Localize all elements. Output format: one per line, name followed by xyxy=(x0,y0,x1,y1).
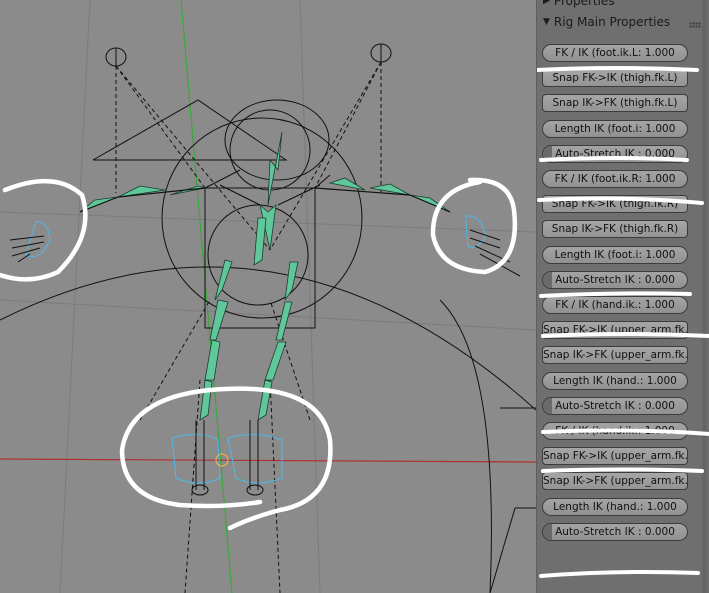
control-label: FK / IK (hand.ik.: 1.000 xyxy=(555,425,675,437)
properties-header-label: Properties xyxy=(553,0,615,8)
control-label: FK / IK (hand.ik.: 1.000 xyxy=(555,299,675,311)
armature-bones xyxy=(79,131,451,421)
rig-main-properties-header[interactable]: ▼ Rig Main Properties xyxy=(543,13,670,31)
snap-button[interactable]: Snap IK->FK (thigh.fk.R) xyxy=(542,220,688,239)
snap-button[interactable]: Snap IK->FK (upper_arm.fk... xyxy=(542,472,688,491)
control-label: Auto-Stretch IK : 0.000 xyxy=(555,273,675,286)
control-circles xyxy=(0,99,536,593)
control-label: FK / IK (foot.ik.L: 1.000 xyxy=(555,47,675,59)
root-widget xyxy=(92,99,331,329)
property-slider[interactable]: FK / IK (hand.ik.: 1.000 xyxy=(542,296,688,314)
control-label: Length IK (foot.i: 1.000 xyxy=(554,122,676,135)
control-label: Snap IK->FK (upper_arm.fk... xyxy=(543,349,688,362)
property-slider[interactable]: FK / IK (hand.ik.: 1.000 xyxy=(542,422,688,440)
floor-grid xyxy=(0,0,536,593)
armature-scene xyxy=(0,0,536,593)
control-label: Snap IK->FK (upper_arm.fk... xyxy=(543,475,688,488)
property-slider[interactable]: FK / IK (foot.ik.L: 1.000 xyxy=(542,44,688,62)
property-slider[interactable]: Auto-Stretch IK : 0.000 xyxy=(542,270,688,289)
control-label: Snap FK->IK (thigh.fk.R) xyxy=(551,198,679,211)
snap-button[interactable]: Snap IK->FK (upper_arm.fk... xyxy=(542,346,688,365)
rig-main-properties-label: Rig Main Properties xyxy=(553,15,671,29)
expand-arrow-icon: ▼ xyxy=(543,17,550,27)
control-label: Length IK (hand.: 1.000 xyxy=(553,500,677,513)
slider-fill xyxy=(543,397,552,414)
slider-fill xyxy=(543,271,552,288)
properties-header[interactable]: ▶ Properties xyxy=(543,0,615,10)
hand-foot-bones xyxy=(9,229,521,496)
x-axis-line xyxy=(0,458,536,463)
snap-button[interactable]: Snap FK->IK (thigh.fk.R) xyxy=(542,195,688,214)
control-label: Length IK (foot.i: 1.000 xyxy=(554,248,676,261)
property-slider[interactable]: Auto-Stretch IK : 0.000 xyxy=(542,396,688,415)
control-label: Snap FK->IK (upper_arm.fk... xyxy=(543,450,688,463)
snap-button[interactable]: Snap IK->FK (thigh.fk.L) xyxy=(542,94,688,113)
property-slider[interactable]: Length IK (foot.i: 1.000 xyxy=(542,245,688,264)
drag-grip-icon[interactable] xyxy=(689,22,701,28)
snap-button[interactable]: Snap FK->IK (thigh.fk.L) xyxy=(542,69,688,88)
slider-fill xyxy=(543,145,552,162)
property-slider[interactable]: Length IK (foot.i: 1.000 xyxy=(542,119,688,138)
control-label: Snap FK->IK (thigh.fk.L) xyxy=(552,72,678,85)
property-slider[interactable]: Length IK (hand.: 1.000 xyxy=(542,371,688,390)
pole-targets xyxy=(105,43,392,593)
slider-fill xyxy=(543,523,552,540)
snap-button[interactable]: Snap FK->IK (upper_arm.fk... xyxy=(542,447,688,466)
snap-button[interactable]: Snap FK->IK (upper_arm.fk... xyxy=(542,321,688,340)
collapse-arrow-icon: ▶ xyxy=(543,0,550,6)
property-slider[interactable]: Auto-Stretch IK : 0.000 xyxy=(542,522,688,541)
3d-viewport[interactable] xyxy=(0,0,536,593)
panel-scrollbar[interactable] xyxy=(702,0,707,593)
properties-panel: ▶ Properties ▼ Rig Main Properties FK / … xyxy=(536,0,709,593)
control-label: FK / IK (foot.ik.R: 1.000 xyxy=(554,173,676,185)
property-slider[interactable]: FK / IK (foot.ik.R: 1.000 xyxy=(542,170,688,188)
control-label: Auto-Stretch IK : 0.000 xyxy=(555,147,675,160)
control-label: Auto-Stretch IK : 0.000 xyxy=(555,399,675,412)
control-label: Snap FK->IK (upper_arm.fk... xyxy=(543,324,688,337)
control-label: Snap IK->FK (thigh.fk.L) xyxy=(552,97,678,110)
property-slider[interactable]: Auto-Stretch IK : 0.000 xyxy=(542,144,688,163)
control-label: Length IK (hand.: 1.000 xyxy=(553,374,677,387)
control-label: Auto-Stretch IK : 0.000 xyxy=(555,525,675,538)
control-label: Snap IK->FK (thigh.fk.R) xyxy=(551,223,679,236)
property-slider[interactable]: Length IK (hand.: 1.000 xyxy=(542,497,688,516)
